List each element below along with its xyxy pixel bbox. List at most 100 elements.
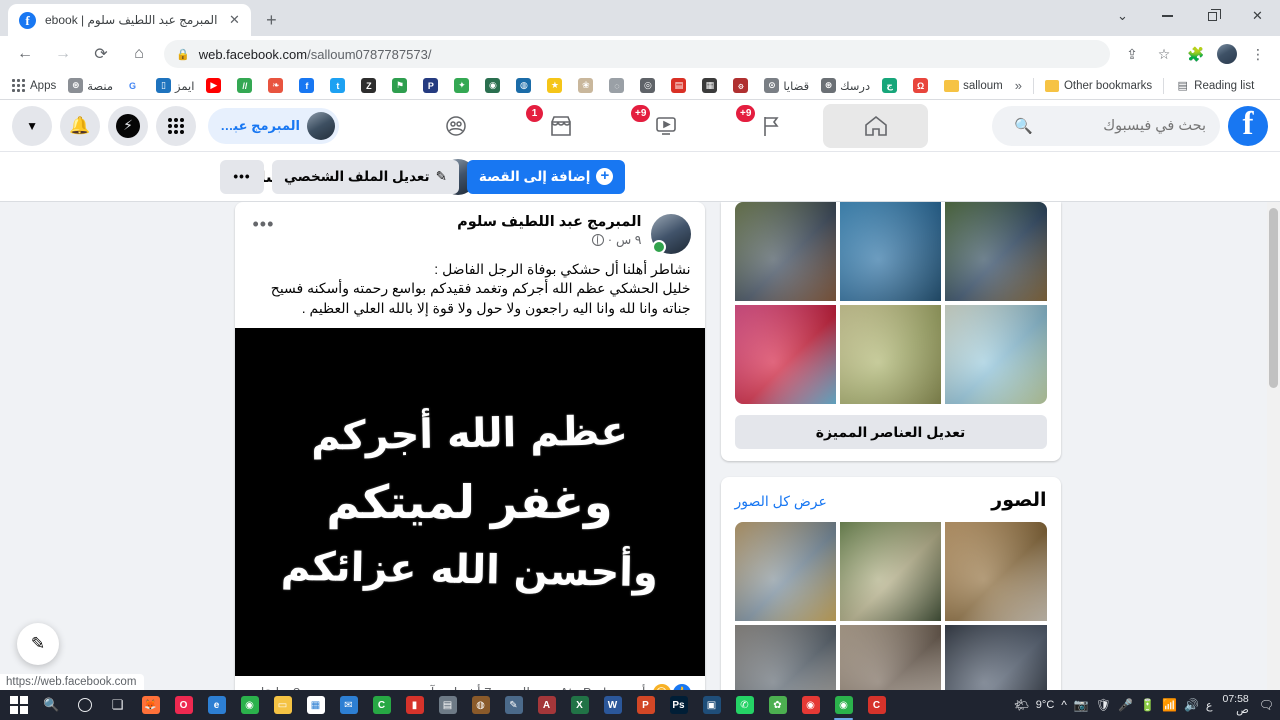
bookmark-item[interactable]: ۞: [727, 76, 758, 95]
tab-watch[interactable]: +9: [613, 104, 718, 148]
bookmarks-overflow-icon[interactable]: »: [1009, 78, 1028, 93]
featured-photo-3[interactable]: [734, 202, 836, 301]
reading-list-button[interactable]: ▤ Reading list: [1169, 76, 1260, 95]
bookmark-item[interactable]: ⊙ قضايا: [758, 76, 815, 95]
taskbar-app-whatsapp[interactable]: ✆: [728, 690, 761, 720]
sun-cloud-icon[interactable]: 🌤: [1014, 698, 1029, 712]
taskbar-app-camtasia[interactable]: C: [365, 690, 398, 720]
taskbar-app-excel[interactable]: X: [563, 690, 596, 720]
taskbar-app-firefox[interactable]: 🦊: [134, 690, 167, 720]
taskbar-app-store[interactable]: ▦: [299, 690, 332, 720]
post-author-avatar[interactable]: [650, 214, 691, 254]
bookmark-item[interactable]: Z: [355, 76, 386, 95]
taskbar-app-app-green[interactable]: ✿: [761, 690, 794, 720]
bookmark-item[interactable]: ⊛ منصة: [62, 76, 119, 95]
more-options-button[interactable]: •••: [220, 159, 264, 194]
taskbar-app-edge[interactable]: e: [200, 690, 233, 720]
bookmark-item[interactable]: ▦: [696, 76, 727, 95]
bookmark-item[interactable]: ❀: [572, 76, 603, 95]
bookmark-item[interactable]: ★: [541, 76, 572, 95]
taskbar-app-paint[interactable]: ✎: [497, 690, 530, 720]
battery-icon[interactable]: 🔋: [1140, 698, 1155, 712]
browser-tab[interactable]: f المبرمج عبد اللطيف سلوم | ebook ✕: [8, 4, 252, 36]
bookmark-item[interactable]: G: [119, 76, 150, 95]
compose-pencil-icon[interactable]: ✎: [17, 623, 59, 665]
share-icon[interactable]: ⇪: [1119, 41, 1145, 67]
taskbar-app-pdf-reader[interactable]: ▮: [398, 690, 431, 720]
notifications-button[interactable]: 🔔: [60, 105, 100, 146]
camera-icon[interactable]: 📷: [1074, 698, 1089, 712]
bookmark-item[interactable]: ⚑: [386, 76, 417, 95]
close-window-button[interactable]: ✕: [1235, 0, 1280, 32]
tab-marketplace[interactable]: 1: [508, 104, 613, 148]
scrollbar-thumb[interactable]: [1269, 208, 1278, 388]
bookmark-item[interactable]: t: [324, 76, 355, 95]
bookmark-item[interactable]: ◎: [634, 76, 665, 95]
task-view-icon[interactable]: ❏: [101, 690, 134, 720]
chrome-menu-icon[interactable]: ⋮: [1245, 41, 1271, 67]
bookmark-item[interactable]: ج: [876, 76, 907, 95]
taskbar-app-powerpoint[interactable]: P: [629, 690, 662, 720]
bookmark-item[interactable]: ▶: [200, 76, 231, 95]
bookmark-item[interactable]: ✦: [448, 76, 479, 95]
profile-avatar-icon[interactable]: [1217, 44, 1237, 64]
photo-2[interactable]: [839, 522, 942, 621]
search-field[interactable]: [1032, 117, 1206, 134]
tab-groups[interactable]: [403, 104, 508, 148]
bookmark-item[interactable]: ▯ ايمز: [150, 76, 200, 95]
taskbar-app-app-brown[interactable]: ◍: [464, 690, 497, 720]
taskbar-app-mail[interactable]: ✉: [332, 690, 365, 720]
apps-shortcut[interactable]: Apps: [6, 77, 62, 94]
bookmark-item[interactable]: P: [417, 76, 448, 95]
profile-chip[interactable]: المبرمج عبد...: [208, 107, 339, 144]
chevron-down-icon[interactable]: ⌄: [1100, 0, 1145, 32]
windows-start-icon[interactable]: [2, 690, 35, 720]
language-indicator[interactable]: ع: [1206, 699, 1213, 712]
taskbar-app-calculator[interactable]: ▤: [431, 690, 464, 720]
back-button[interactable]: ←: [11, 40, 39, 68]
mic-icon[interactable]: 🎤: [1118, 698, 1133, 712]
bookmark-item[interactable]: f: [293, 76, 324, 95]
page-scrollbar[interactable]: [1267, 202, 1280, 692]
account-menu-button[interactable]: ▼: [12, 105, 52, 146]
edit-featured-button[interactable]: تعديل العناصر المميزة: [734, 415, 1047, 449]
bookmark-item[interactable]: ◉: [479, 76, 510, 95]
featured-photo-1[interactable]: [945, 202, 1047, 301]
close-icon[interactable]: ✕: [226, 12, 242, 28]
photo-6[interactable]: [734, 625, 836, 692]
post-author-name[interactable]: المبرمج عبد اللطيف سلوم: [278, 214, 641, 230]
taskbar-app-app-blue[interactable]: ▣: [695, 690, 728, 720]
other-bookmarks-folder[interactable]: Other bookmarks: [1039, 78, 1158, 94]
taskbar-app-chrome[interactable]: ◉: [233, 690, 266, 720]
bookmark-item[interactable]: Ω: [907, 76, 938, 95]
bookmark-item[interactable]: ◍: [510, 76, 541, 95]
volume-icon[interactable]: 🔊: [1184, 698, 1199, 712]
featured-photo-5[interactable]: [839, 305, 942, 404]
taskbar-app-access[interactable]: A: [530, 690, 563, 720]
extensions-puzzle-icon[interactable]: 🧩: [1183, 41, 1209, 67]
featured-photo-4[interactable]: [945, 305, 1047, 404]
menu-grid-button[interactable]: [156, 105, 196, 146]
notification-icon[interactable]: 🗨: [1259, 698, 1274, 712]
maximize-button[interactable]: [1190, 0, 1235, 32]
taskbar-app-opera[interactable]: O: [167, 690, 200, 720]
featured-photo-6[interactable]: [734, 305, 836, 404]
post-more-dots[interactable]: •••: [249, 214, 279, 235]
address-bar[interactable]: 🔒 web.facebook.com/salloum0787787573/: [164, 40, 1110, 68]
new-tab-button[interactable]: +: [257, 6, 285, 34]
messenger-button[interactable]: ⚡: [108, 105, 148, 146]
minimize-button[interactable]: [1145, 0, 1190, 32]
tray-expand-chevron-icon[interactable]: ^: [1061, 698, 1067, 712]
taskbar-app-file-explorer[interactable]: ▭: [266, 690, 299, 720]
home-button[interactable]: ⌂: [125, 40, 153, 68]
taskbar-app-app-red[interactable]: ◉: [794, 690, 827, 720]
forward-button[interactable]: →: [49, 40, 77, 68]
taskbar-app-camtasia-2[interactable]: C: [860, 690, 893, 720]
edit-profile-button[interactable]: ✎ تعديل الملف الشخصي: [272, 159, 459, 194]
photo-4[interactable]: [945, 625, 1047, 692]
wifi-icon[interactable]: 📶: [1162, 698, 1177, 712]
search-input[interactable]: 🔍: [992, 105, 1220, 146]
taskbar-app-photoshop[interactable]: Ps: [662, 690, 695, 720]
bookmark-star-icon[interactable]: ☆: [1151, 41, 1177, 67]
add-to-story-button[interactable]: + إضافة إلى القصة: [466, 159, 626, 194]
